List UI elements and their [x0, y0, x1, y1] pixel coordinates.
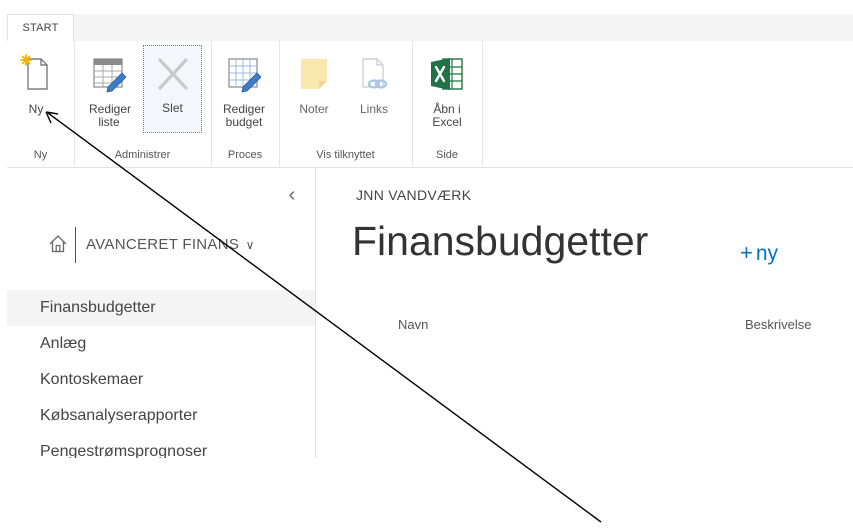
screen: START Ny Ny Rediger liste Slet Administr… [0, 0, 853, 529]
annotation-arrow [45, 111, 602, 523]
